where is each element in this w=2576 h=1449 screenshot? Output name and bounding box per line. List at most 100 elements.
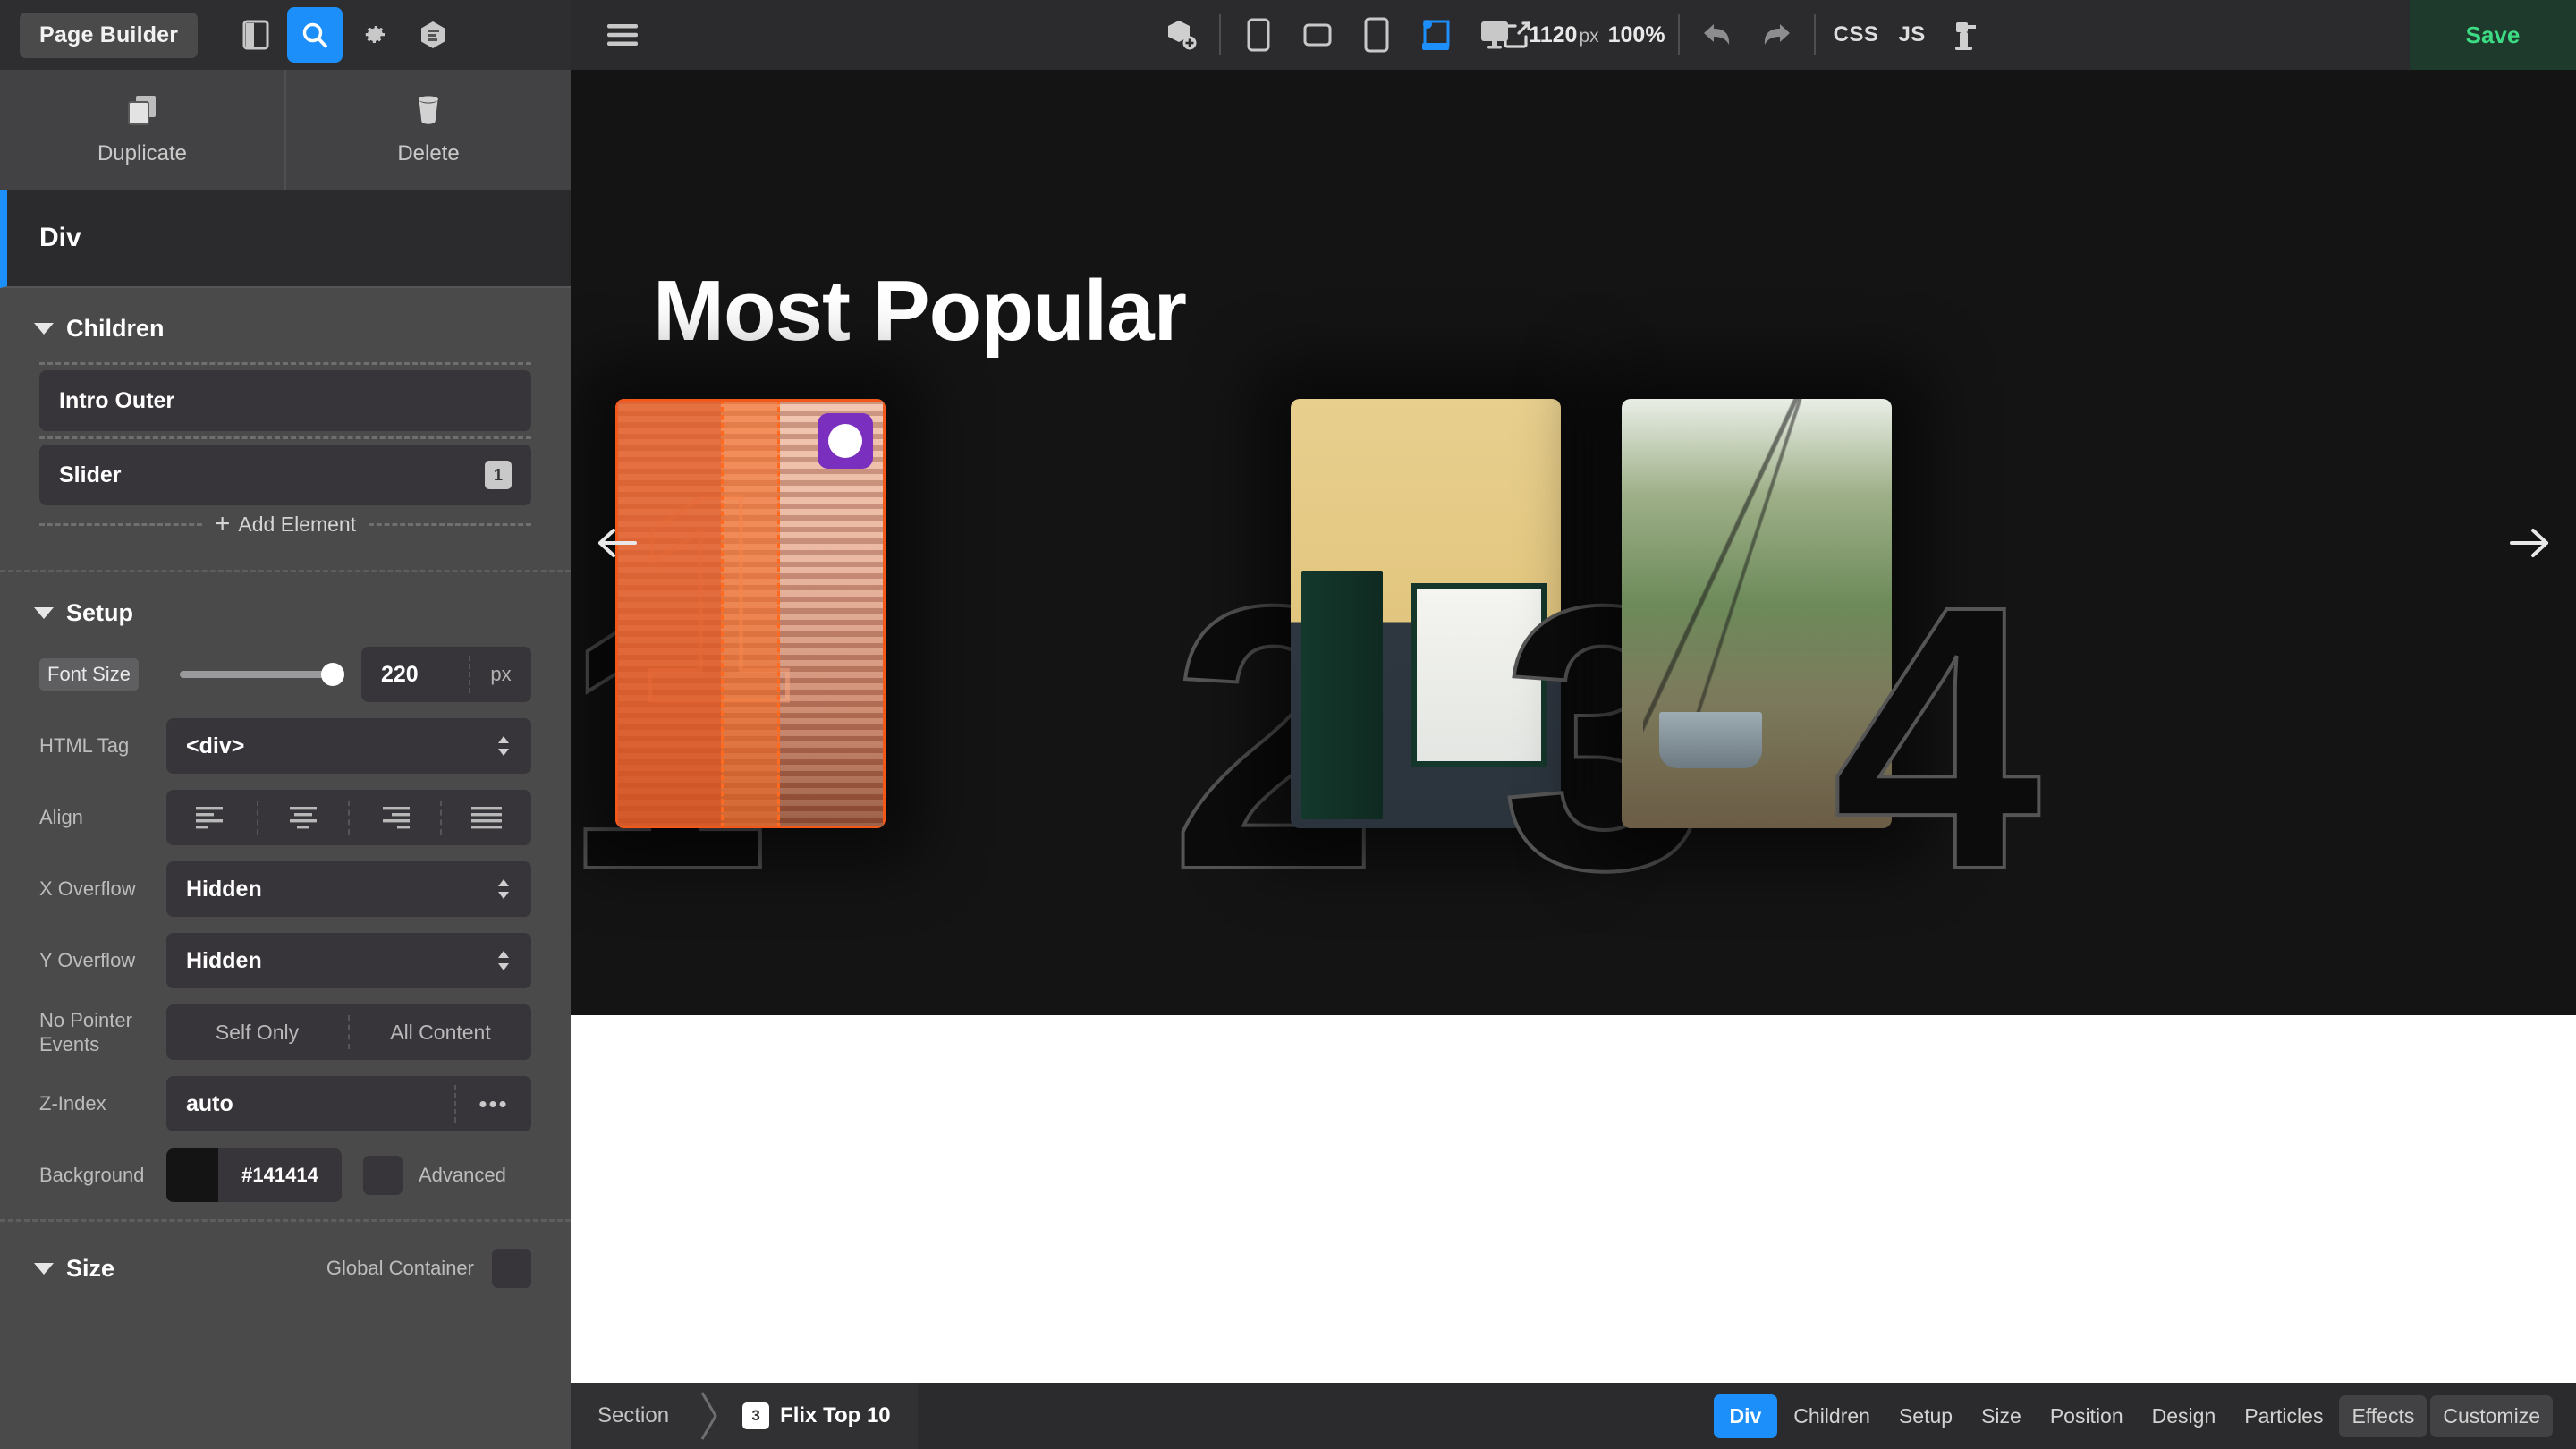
list-item[interactable]: Intro Outer	[39, 370, 531, 431]
background-hex-value[interactable]: #141414	[242, 1164, 318, 1187]
z-index-more-icon[interactable]: •••	[454, 1085, 531, 1123]
duplicate-icon	[127, 94, 157, 131]
add-element-button[interactable]: + Add Element	[215, 511, 356, 538]
device-mobile-landscape-icon[interactable]	[1292, 10, 1343, 60]
slide-3[interactable]: 3	[1499, 399, 1892, 928]
global-container-label: Global Container	[326, 1257, 474, 1279]
pointer-self-only-option[interactable]: Self Only	[166, 1015, 350, 1049]
font-size-input-group[interactable]: 220 px	[361, 647, 531, 702]
canvas-dark-section[interactable]: Most Popular 1 1	[571, 70, 2576, 1015]
zoom-level-label[interactable]: 100%	[1608, 22, 1665, 48]
drill-tool-icon[interactable]	[1940, 10, 1990, 60]
css-button[interactable]: CSS	[1828, 22, 1885, 47]
settings-gear-icon[interactable]	[346, 7, 402, 63]
children-section-header[interactable]: Children	[0, 288, 571, 362]
search-icon[interactable]	[287, 7, 343, 63]
z-index-input-group[interactable]: auto •••	[166, 1076, 531, 1131]
page-title: Most Popular	[653, 263, 1187, 359]
add-element-label: Add Element	[238, 512, 357, 536]
html-tag-value: <div>	[186, 733, 245, 758]
tab-particles[interactable]: Particles	[2232, 1395, 2335, 1437]
tab-design[interactable]: Design	[2140, 1395, 2229, 1437]
tab-div[interactable]: Div	[1713, 1394, 1778, 1438]
html-tag-field: HTML Tag <div>	[0, 718, 571, 774]
breadcrumb-badge: 3	[742, 1402, 770, 1429]
add-divider-left	[39, 522, 202, 526]
html-tag-select[interactable]: <div>	[166, 718, 531, 774]
device-tablet-icon[interactable]	[1352, 10, 1402, 60]
plus-icon: +	[214, 509, 231, 538]
layers-icon[interactable]	[405, 7, 461, 63]
duplicate-button[interactable]: Duplicate	[0, 70, 286, 190]
tab-effects[interactable]: Effects	[2339, 1394, 2428, 1437]
viewport-width-label[interactable]: 1120px	[1529, 22, 1598, 48]
color-swatch[interactable]	[166, 1148, 218, 1202]
panel-toggle-icon[interactable]	[228, 7, 284, 63]
font-size-value[interactable]: 220	[361, 662, 469, 688]
undo-arrow-icon[interactable]	[1692, 10, 1742, 60]
property-tabs: Div Children Setup Size Position Design …	[1713, 1383, 2576, 1449]
no-pointer-events-label: No Pointer Events	[39, 1008, 132, 1056]
top-toolbar-right: 1120px 100% CSS JS Save	[571, 0, 2576, 70]
slide-1[interactable]: 1 1	[571, 399, 928, 928]
save-button[interactable]: Save	[2410, 0, 2576, 70]
canvas-white-section[interactable]	[571, 1015, 2576, 1383]
hamburger-menu-icon[interactable]	[597, 10, 648, 60]
advanced-checkbox[interactable]	[363, 1156, 402, 1195]
element-actions: Duplicate Delete	[0, 70, 571, 190]
child-count-badge: 1	[485, 461, 512, 489]
panel-scroll-area[interactable]: Children Intro Outer Slider 1 + Add Elem…	[0, 288, 571, 1383]
setup-section-header[interactable]: Setup	[0, 572, 571, 647]
slider-handle[interactable]	[321, 663, 344, 686]
breadcrumb-item-flix-top-10[interactable]: 3 Flix Top 10	[723, 1383, 918, 1449]
background-color-picker[interactable]: #141414	[166, 1148, 342, 1202]
app-title-chip[interactable]: Page Builder	[20, 12, 199, 58]
font-size-label[interactable]: Font Size	[39, 658, 139, 691]
x-overflow-field: X Overflow Hidden	[0, 861, 571, 917]
chevron-updown-icon	[496, 949, 512, 972]
align-left-icon[interactable]	[166, 801, 258, 835]
pointer-all-content-option[interactable]: All Content	[350, 1015, 531, 1049]
add-block-icon[interactable]	[1157, 10, 1207, 60]
x-overflow-select[interactable]: Hidden	[166, 861, 531, 917]
device-tablet-landscape-icon[interactable]	[1411, 10, 1461, 60]
align-justify-icon[interactable]	[442, 801, 532, 835]
children-list: Intro Outer Slider 1 + Add Element	[0, 362, 571, 538]
z-index-field: Z-Index auto •••	[0, 1076, 571, 1131]
advanced-label: Advanced	[419, 1164, 506, 1186]
y-overflow-select[interactable]: Hidden	[166, 933, 531, 988]
slide-4[interactable]: 4	[1830, 399, 2207, 928]
hand-pointer-cursor-icon[interactable]	[818, 413, 873, 469]
delete-button[interactable]: Delete	[286, 70, 571, 190]
delete-label: Delete	[397, 140, 460, 165]
add-element-row[interactable]: + Add Element	[39, 511, 532, 538]
chevron-updown-icon	[496, 734, 512, 758]
tab-position[interactable]: Position	[2038, 1395, 2136, 1437]
tab-customize[interactable]: Customize	[2430, 1394, 2553, 1437]
breadcrumb-item-section[interactable]: Section	[571, 1383, 696, 1449]
js-button[interactable]: JS	[1893, 22, 1930, 47]
z-index-value[interactable]: auto	[186, 1091, 233, 1117]
device-mobile-icon[interactable]	[1233, 10, 1284, 60]
align-field: Align	[0, 790, 571, 845]
tab-setup[interactable]: Setup	[1886, 1395, 1965, 1437]
tab-children[interactable]: Children	[1781, 1395, 1883, 1437]
slide-card[interactable]: 1	[615, 399, 886, 828]
global-container-checkbox[interactable]	[492, 1249, 531, 1288]
align-right-icon[interactable]	[350, 801, 442, 835]
font-size-unit[interactable]: px	[469, 656, 531, 693]
size-section-header[interactable]: Size Global Container	[0, 1219, 571, 1288]
arrow-right-icon[interactable]	[2503, 516, 2556, 570]
list-item[interactable]: Slider 1	[39, 445, 531, 505]
device-desktop-icon[interactable]	[1470, 10, 1520, 60]
top-toolbar-left: Page Builder	[0, 0, 571, 70]
arrow-left-icon[interactable]	[590, 516, 644, 570]
align-center-icon[interactable]	[258, 801, 350, 835]
redo-arrow-icon[interactable]	[1751, 10, 1801, 60]
tab-size[interactable]: Size	[1969, 1395, 2034, 1437]
background-label: Background	[39, 1164, 145, 1187]
align-label: Align	[39, 806, 83, 829]
y-overflow-label: Y Overflow	[39, 949, 136, 972]
font-size-slider[interactable]	[179, 663, 344, 686]
slide-2[interactable]: 2	[1168, 399, 1561, 928]
